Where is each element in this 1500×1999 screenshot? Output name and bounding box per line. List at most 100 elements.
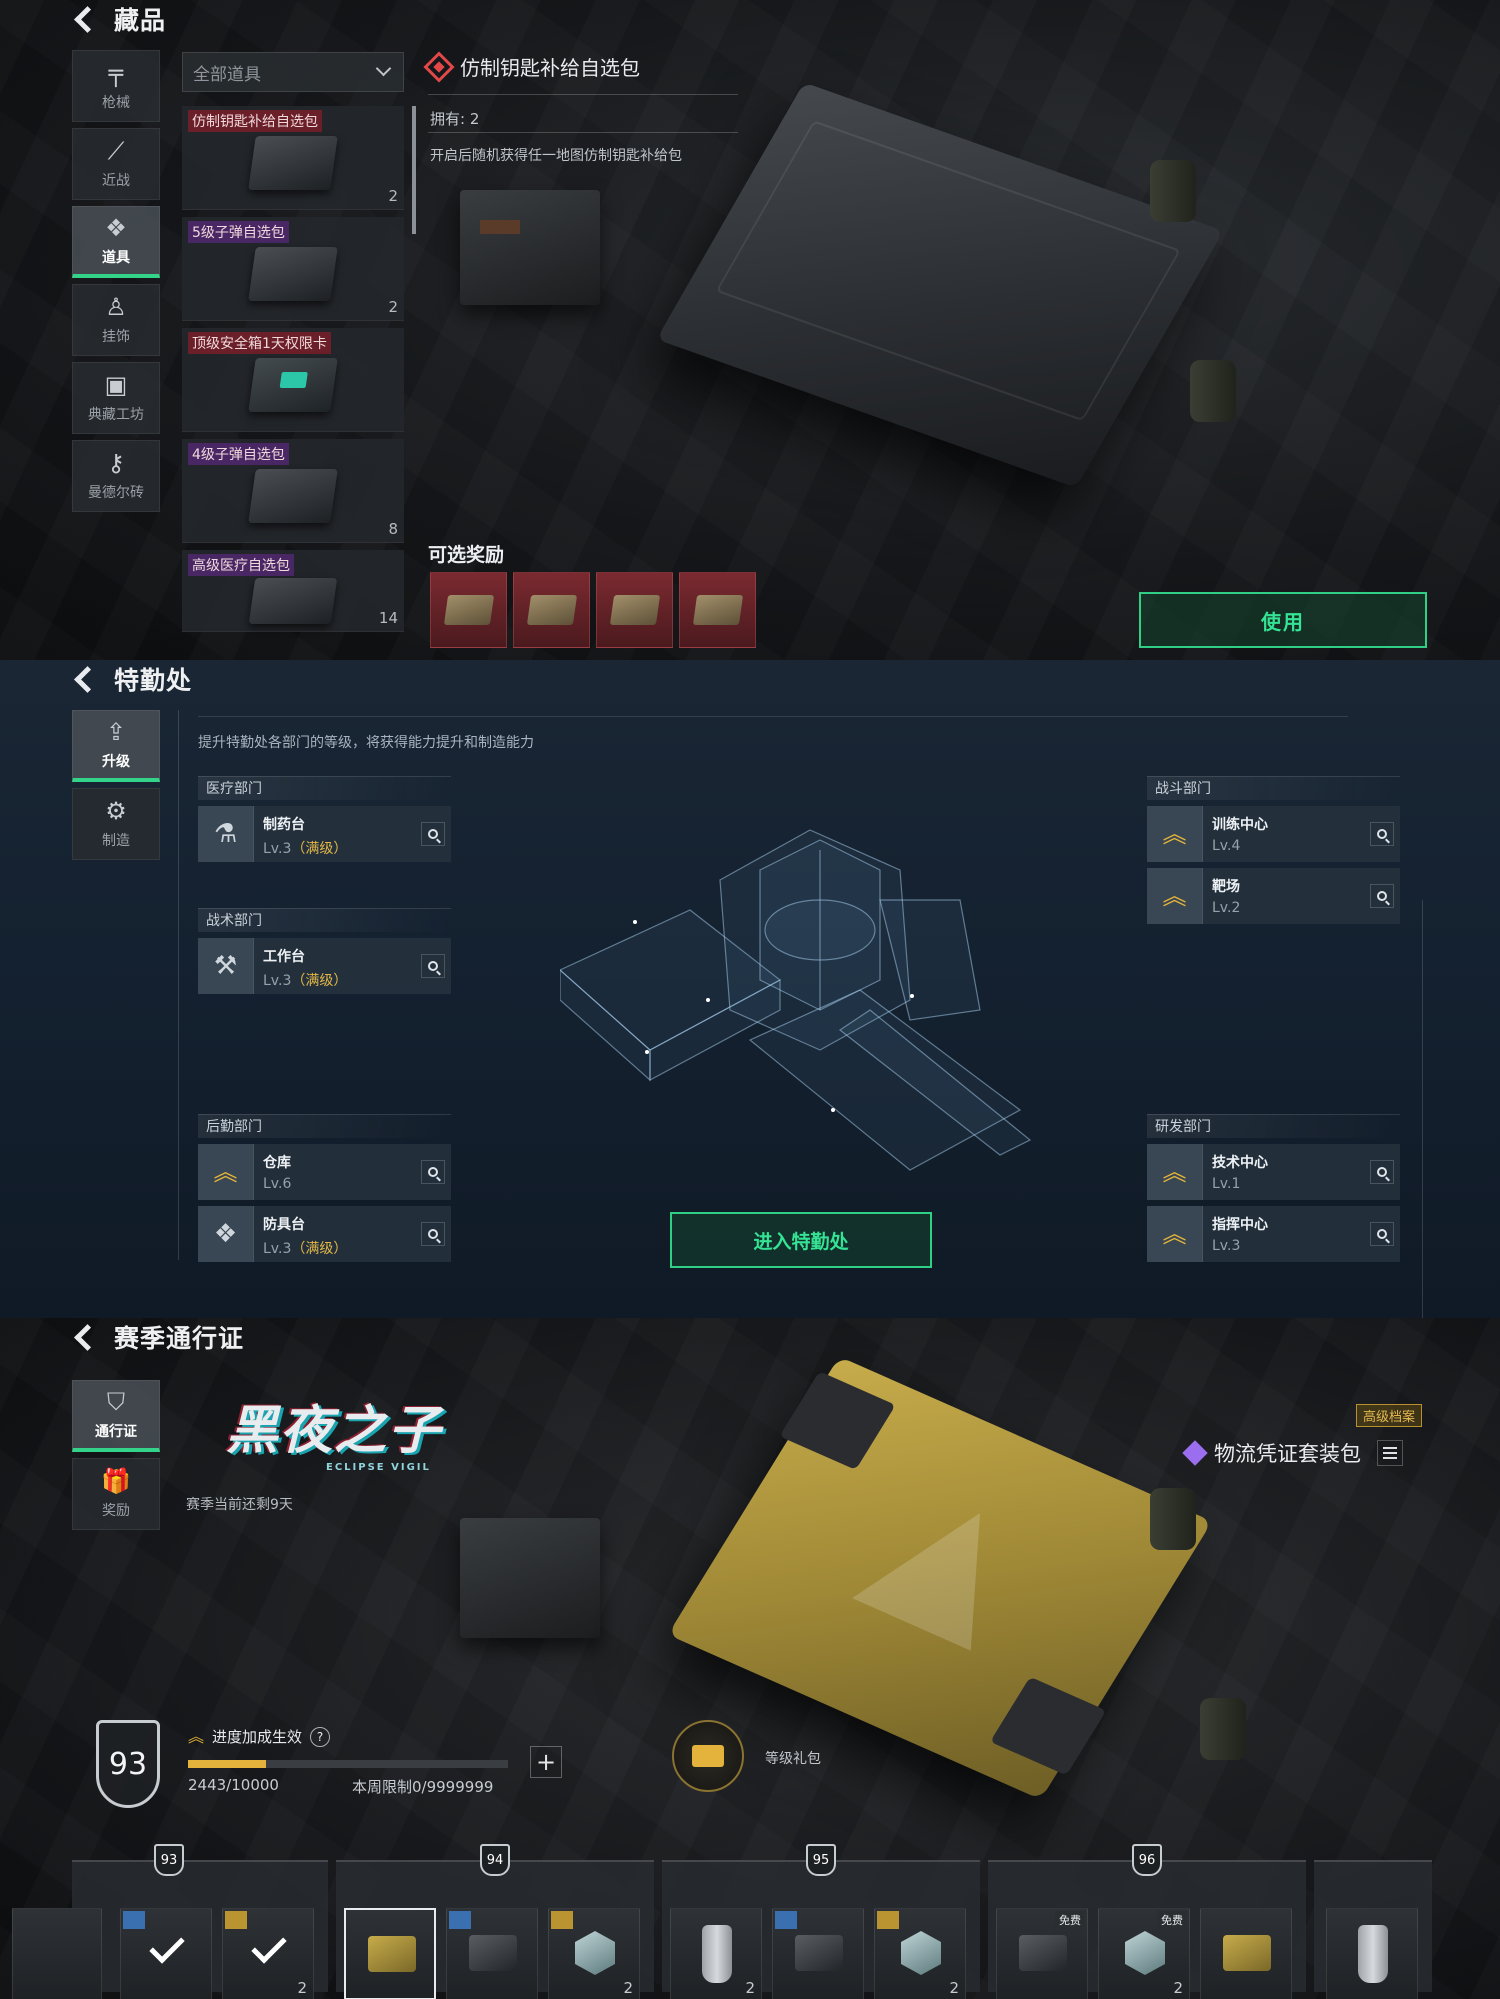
premium-badge: 高级档案 (1356, 1404, 1423, 1427)
facility-name: 训练中心 (1212, 817, 1268, 833)
nav-craft[interactable]: ⚙ 制造 (72, 788, 160, 860)
charm-icon: ♙ (105, 293, 127, 321)
list-scrollbar[interactable] (412, 106, 416, 234)
reward-option[interactable] (679, 572, 756, 648)
list-item[interactable]: 5级子弹自选包 2 (182, 217, 404, 321)
free-tag: 免费 (1055, 1911, 1085, 1929)
reward-option[interactable] (513, 572, 590, 648)
nav-melee[interactable]: ⟋ 近战 (72, 128, 160, 200)
helicopter-icon (449, 1911, 471, 1929)
search-icon[interactable] (421, 822, 445, 846)
help-icon[interactable]: ? (310, 1726, 331, 1747)
back-icon[interactable] (70, 4, 100, 34)
item-list: 仿制钥匙补给自选包 2 5级子弹自选包 2 顶级安全箱1天权限卡 4级子弹自选包… (182, 106, 404, 639)
facility-level: Lv.4 (1212, 838, 1241, 854)
reward-slot[interactable] (120, 1908, 212, 1999)
search-icon[interactable] (1370, 822, 1394, 846)
radio-prop-image (460, 1518, 600, 1638)
chevron-down-icon (375, 60, 392, 77)
nav-mandel-brick[interactable]: ⚷ 曼德尔砖 (72, 440, 160, 512)
reward-slot[interactable]: 免费 2 (1098, 1908, 1190, 1999)
item-thumbnail (248, 247, 338, 301)
reward-slot[interactable] (1200, 1908, 1292, 1999)
facility-command-center[interactable]: ︽ 指挥中心 Lv.3 (1147, 1206, 1400, 1262)
nav-workshop[interactable]: ▣ 典藏工坊 (72, 362, 160, 434)
buy-level-button[interactable]: + (530, 1746, 562, 1778)
nav-charms[interactable]: ♙ 挂饰 (72, 284, 160, 356)
gold-case-icon (368, 1936, 416, 1972)
hex-crystal-icon (1125, 1931, 1165, 1975)
facility-tech-center[interactable]: ︽ 技术中心 Lv.1 (1147, 1144, 1400, 1200)
cubes-icon: ❖ (198, 1206, 254, 1262)
grenade-prop-image (1200, 1698, 1246, 1760)
reward-slot[interactable]: 免费 (996, 1908, 1088, 1999)
item-thumbnail (248, 469, 338, 523)
item-name: 仿制钥匙补给自选包 (188, 110, 322, 132)
use-button[interactable]: 使用 (1139, 592, 1427, 648)
slot-count: 2 (1173, 1979, 1183, 1997)
nav-rewards[interactable]: 🎁 奖励 (72, 1458, 160, 1530)
facility-training-center[interactable]: ︽ 训练中心 Lv.4 (1147, 806, 1400, 862)
max-level-tag: （满级） (291, 841, 348, 857)
facility-level: Lv.6 (263, 1176, 292, 1192)
reward-slot[interactable]: 2 (548, 1908, 640, 1999)
facility-workbench[interactable]: ⚒ 工作台 Lv.3（满级） (198, 938, 451, 994)
reward-slot[interactable] (1326, 1908, 1418, 1999)
menu-icon[interactable] (1377, 1440, 1403, 1466)
gift-icon: 🎁 (101, 1467, 131, 1495)
armor-vest-icon (1358, 1925, 1388, 1983)
list-item[interactable]: 4级子弹自选包 8 (182, 439, 404, 543)
track-level-badge: 94 (480, 1844, 510, 1876)
search-icon[interactable] (1370, 884, 1394, 908)
facility-shooting-range[interactable]: ︽ 靶场 Lv.2 (1147, 868, 1400, 924)
bundle-selector[interactable]: 物流凭证套装包 (1182, 1438, 1403, 1468)
back-icon[interactable] (70, 1322, 100, 1352)
facility-armor-bench[interactable]: ❖ 防具台 Lv.3（满级） (198, 1206, 451, 1262)
nav-items[interactable]: ❖ 道具 (72, 206, 160, 278)
search-icon[interactable] (1370, 1160, 1394, 1184)
reward-slot[interactable] (772, 1908, 864, 1999)
list-item[interactable]: 仿制钥匙补给自选包 2 (182, 106, 404, 210)
facility-warehouse[interactable]: ︽ 仓库 Lv.6 (198, 1144, 451, 1200)
level-gift-button[interactable] (672, 1720, 744, 1792)
nav-firearms[interactable]: ╤ 枪械 (72, 50, 160, 122)
facility-name: 仓库 (263, 1155, 291, 1171)
list-item[interactable]: 顶级安全箱1天权限卡 (182, 328, 404, 432)
search-icon[interactable] (421, 954, 445, 978)
item-name: 5级子弹自选包 (188, 221, 289, 243)
reward-slot[interactable]: 2 (670, 1908, 762, 1999)
dept-name: 医疗部门 (198, 776, 451, 800)
reward-slot[interactable] (344, 1908, 436, 1999)
back-icon[interactable] (70, 664, 100, 694)
track-level-badge: 95 (806, 1844, 836, 1876)
key-icon: ⚷ (107, 449, 125, 477)
reward-option[interactable] (430, 572, 507, 648)
facility-level: Lv.1 (1212, 1176, 1241, 1192)
reward-slot[interactable] (12, 1908, 102, 1999)
reward-option[interactable] (596, 572, 673, 648)
reward-slot[interactable]: 2 (222, 1908, 314, 1999)
facility-level: Lv.2 (1212, 900, 1241, 916)
search-icon[interactable] (421, 1222, 445, 1246)
reward-slot[interactable]: 2 (874, 1908, 966, 1999)
nav-upgrade[interactable]: ⇪ 升级 (72, 710, 160, 782)
facility-pharmacy[interactable]: ⚗ 制药台 Lv.3（满级） (198, 806, 451, 862)
dept-name: 战斗部门 (1147, 776, 1400, 800)
list-item[interactable]: 高级医疗自选包 14 (182, 550, 404, 632)
nav-pass[interactable]: ⛉ 通行证 (72, 1380, 160, 1452)
reward-slot[interactable] (446, 1908, 538, 1999)
track-group (1314, 1860, 1432, 1999)
agency-screen: 特勤处 ⇪ 升级 ⚙ 制造 提升特勤处各部门的等级，将获得能力提升和制造能力 医疗部… (0, 660, 1500, 1318)
facility-name: 制药台 (263, 817, 305, 833)
facility-level: Lv.3 (263, 973, 292, 989)
search-icon[interactable] (1370, 1222, 1394, 1246)
enter-agency-button[interactable]: 进入特勤处 (670, 1212, 932, 1268)
cubes-icon: ❖ (105, 213, 127, 242)
search-icon[interactable] (421, 1160, 445, 1184)
nav-label: 通行证 (95, 1423, 137, 1440)
agency-subtitle: 提升特勤处各部门的等级，将获得能力提升和制造能力 (198, 735, 534, 751)
season-logo: 黑夜之子 ECLIPSE VIGIL (186, 1378, 546, 1478)
item-description: 开启后随机获得任一地图仿制钥匙补给包 (430, 148, 682, 164)
filter-dropdown[interactable]: 全部道具 (182, 52, 404, 92)
gun-icon: ╤ (108, 59, 124, 87)
